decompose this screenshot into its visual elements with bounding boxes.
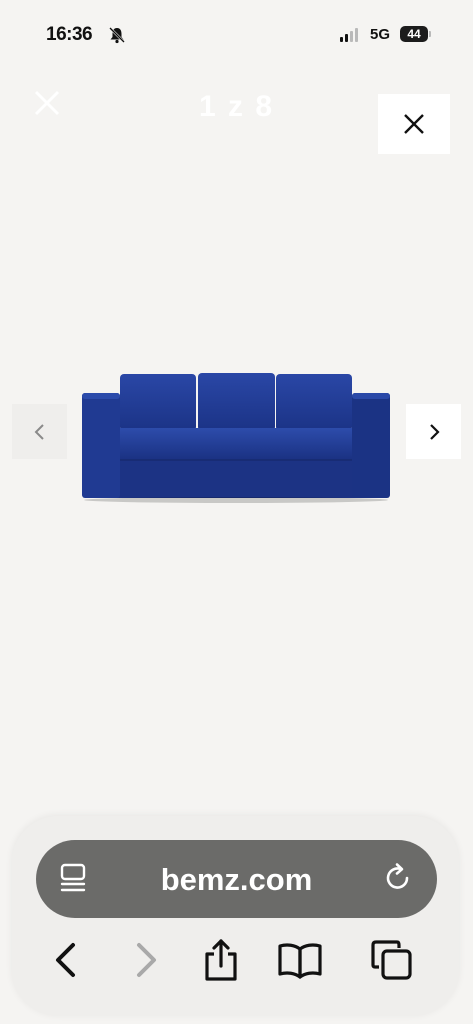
next-image-button[interactable] bbox=[406, 404, 461, 459]
sofa-image bbox=[82, 373, 390, 503]
forward-icon bbox=[137, 943, 156, 977]
previous-image-button[interactable] bbox=[12, 404, 67, 459]
network-label: 5G bbox=[370, 26, 391, 43]
share-button[interactable] bbox=[197, 934, 245, 986]
tabs-button[interactable] bbox=[368, 934, 416, 986]
chevron-right-icon bbox=[429, 423, 440, 440]
status-time: 16:36 bbox=[46, 24, 93, 45]
tabs-icon bbox=[371, 940, 412, 980]
address-bar[interactable]: bemz.com bbox=[36, 840, 437, 918]
url-text: bemz.com bbox=[160, 862, 313, 897]
chevron-left-icon bbox=[34, 423, 44, 440]
bookmarks-button[interactable] bbox=[276, 934, 324, 986]
signal-icon bbox=[340, 28, 358, 42]
battery-tip bbox=[429, 31, 431, 37]
close-icon bbox=[404, 114, 424, 134]
reload-icon[interactable] bbox=[381, 861, 415, 895]
status-bar: 16:36 5G 44 bbox=[0, 0, 473, 70]
muted-bell-icon bbox=[109, 27, 125, 44]
forward-button[interactable] bbox=[122, 934, 170, 986]
bookmarks-icon bbox=[278, 943, 322, 979]
share-icon bbox=[205, 939, 237, 981]
battery-icon: 44 bbox=[400, 26, 428, 42]
back-button[interactable] bbox=[42, 934, 90, 986]
close-button[interactable] bbox=[378, 94, 450, 154]
back-icon bbox=[56, 943, 75, 977]
